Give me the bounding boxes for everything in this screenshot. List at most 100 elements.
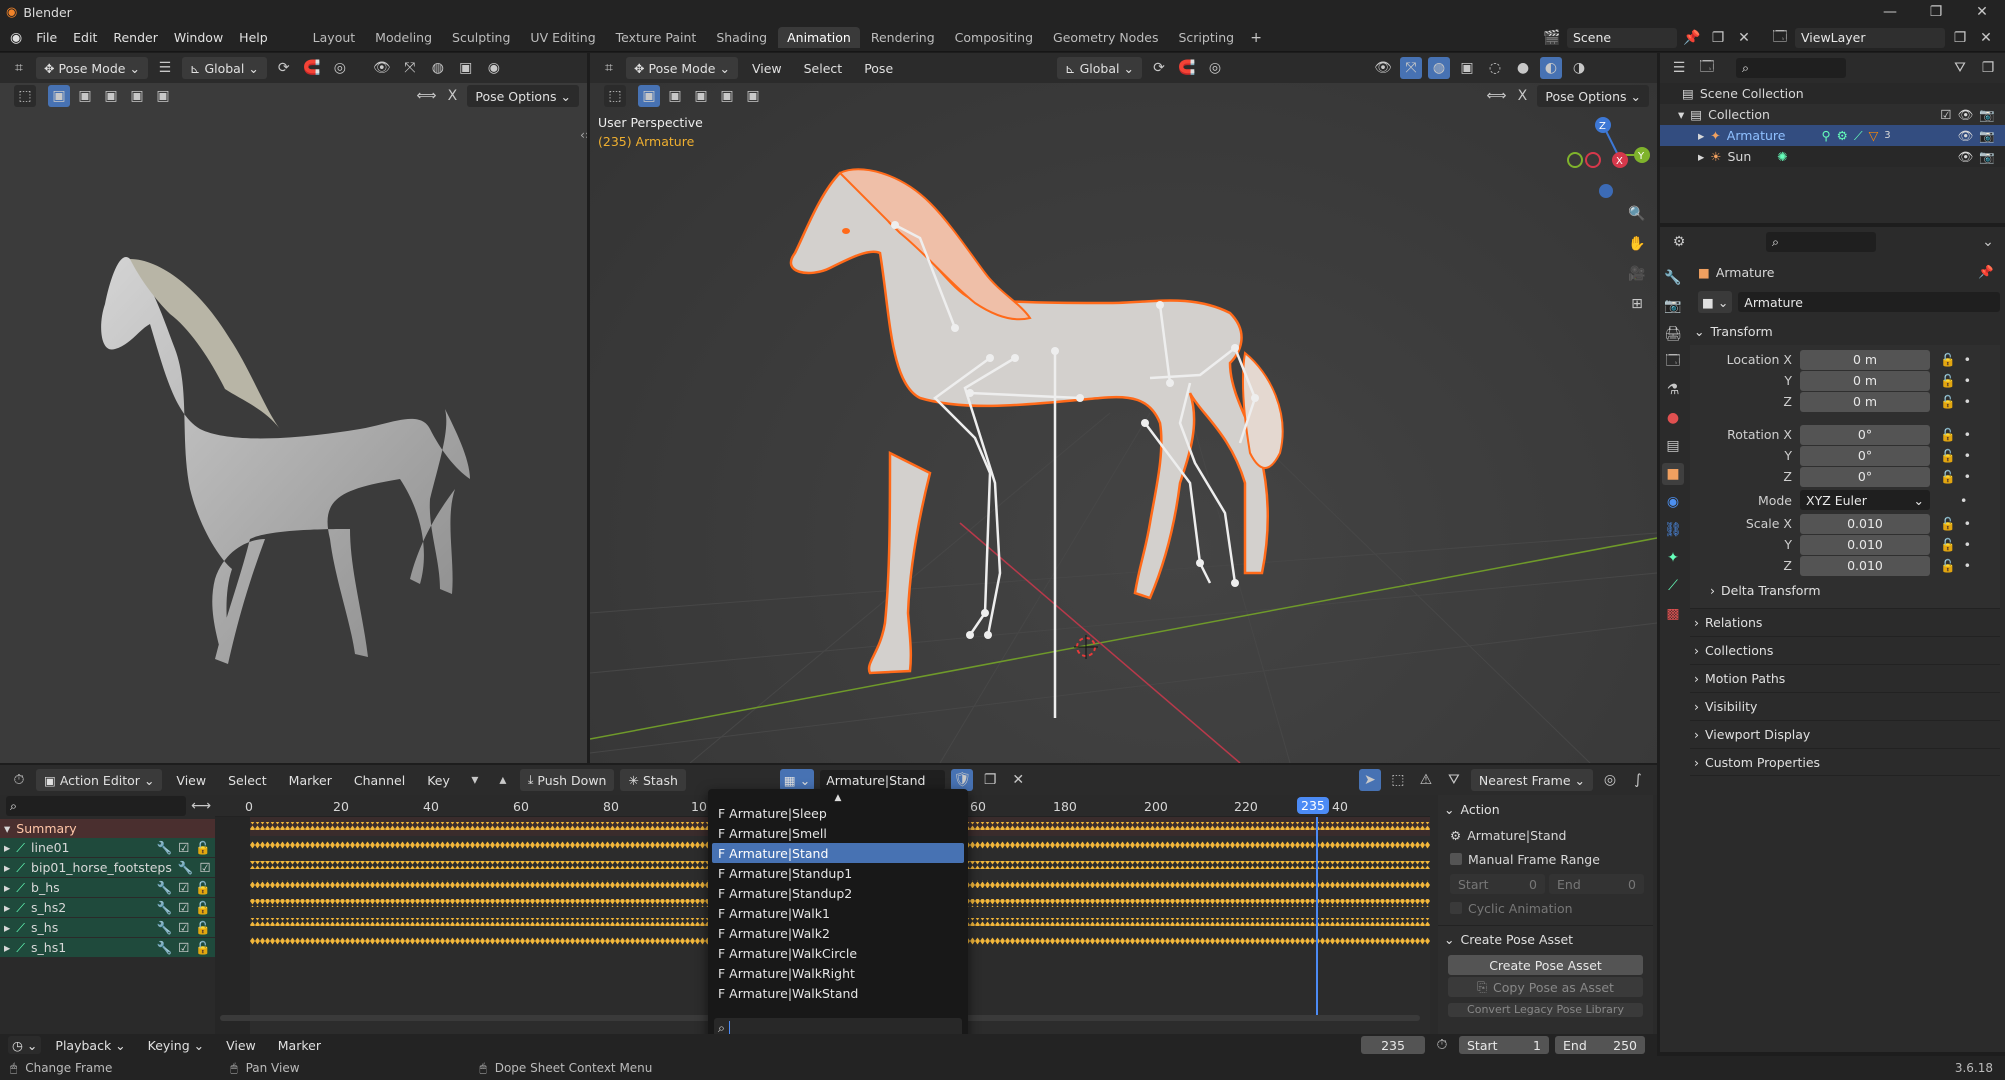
lock-icon[interactable]: 🔓 <box>195 880 211 896</box>
expand-icon[interactable]: ▸ <box>1698 149 1704 164</box>
unlink-action-icon[interactable]: ✕ <box>1007 769 1029 791</box>
channel-row[interactable]: ▸ ⟋ s_hs1 🔧 ☑ 🔓 <box>0 938 215 957</box>
new-scene-icon[interactable]: ❐ <box>1707 27 1729 49</box>
eye-icon[interactable]: 👁 <box>1958 107 1974 123</box>
scene-icon[interactable]: 🎬 <box>1541 27 1563 49</box>
manual-range-row[interactable]: Manual Frame Range <box>1438 847 1653 871</box>
ortho-grid-icon[interactable]: ⊞ <box>1626 293 1648 315</box>
collections-header[interactable]: › Collections <box>1690 636 2000 664</box>
render-tab-icon[interactable]: 📷 <box>1662 295 1684 317</box>
range-end-field[interactable]: End 0 <box>1549 874 1644 894</box>
keyframe-dot-icon[interactable]: • <box>1964 373 1971 388</box>
proportional-edit-icon[interactable]: ◎ <box>1599 769 1621 791</box>
wrench-icon[interactable]: 🔧 <box>157 840 173 856</box>
outliner-armature[interactable]: ▸ ✦ Armature ⚲ ⚙ ⟋ ▽ 3 👁 📷 <box>1660 125 2005 146</box>
playhead-frame-label[interactable]: 235 <box>1297 797 1329 814</box>
datablock-browse[interactable]: ■ ⌄ <box>1698 291 1733 313</box>
keyframe-dot-icon[interactable]: • <box>1964 448 1971 463</box>
expand-icon[interactable]: ▾ <box>1678 107 1684 122</box>
checkbox-icon[interactable] <box>1450 902 1462 914</box>
hamburger-icon[interactable]: ☰ <box>154 57 176 79</box>
dropdown-item-walkcircle[interactable]: F Armature|WalkCircle <box>712 943 964 963</box>
relations-header[interactable]: › Relations <box>1690 608 2000 636</box>
wrench-icon[interactable]: 🔧 <box>178 860 194 876</box>
view-layer-tab-icon[interactable]: 🗔 <box>1662 351 1684 373</box>
add-workspace-icon[interactable]: + <box>1245 27 1267 49</box>
mirror-icon[interactable]: ⟺ <box>415 85 437 107</box>
pin-icon[interactable]: 📌 <box>1681 27 1703 49</box>
keyframe-dot-icon[interactable]: • <box>1964 558 1971 573</box>
location-y-field[interactable]: 0 m <box>1800 370 1930 391</box>
lock-icon[interactable]: 🔓 <box>195 920 211 936</box>
push-down-button[interactable]: ⤓ Push Down <box>519 769 615 791</box>
rotation-x-field[interactable]: 0° <box>1800 424 1930 445</box>
tab-scripting[interactable]: Scripting <box>1169 27 1243 48</box>
expand-icon[interactable]: ▸ <box>4 920 10 935</box>
action-name-field[interactable]: Armature|Stand <box>820 770 946 790</box>
dropdown-item-walkright[interactable]: F Armature|WalkRight <box>712 963 964 983</box>
cyclic-row[interactable]: Cyclic Animation <box>1438 897 1653 919</box>
checkbox-icon[interactable]: ☑ <box>178 920 189 935</box>
editor-mode-dropdown[interactable]: ▣ Action Editor ⌄ <box>36 769 163 791</box>
properties-search[interactable]: ⌕ <box>1766 232 1876 252</box>
scale-y-field[interactable]: 0.010 <box>1800 534 1930 555</box>
keyframe-dot-icon[interactable]: • <box>1964 516 1971 531</box>
menu-playback[interactable]: Playback ⌄ <box>47 1038 133 1053</box>
copy-pose-asset-button[interactable]: ⎘ Copy Pose as Asset <box>1448 977 1643 997</box>
filter-icon[interactable]: ⛛ <box>1949 57 1971 79</box>
chevron-down-icon[interactable]: ⌄ <box>1977 231 1999 253</box>
keyframe-dot-icon[interactable]: • <box>1960 493 1967 508</box>
checkbox-icon[interactable]: ☑ <box>178 880 189 895</box>
dropdown-item-smell[interactable]: F Armature|Smell <box>712 823 964 843</box>
camera-icon[interactable]: 📷 <box>1979 107 1995 123</box>
checkbox-icon[interactable]: ☑ <box>199 860 210 875</box>
left-viewport[interactable]: ⌗ ✥ Pose Mode ⌄ ☰ ⊾ Global ⌄ ⟳ 🧲 ◎ 👁 ⤧ ◍ ▣ ◉… <box>0 53 590 763</box>
gizmo-icon[interactable]: ⤧ <box>399 57 421 79</box>
rotation-mode-dropdown[interactable]: XYZ Euler ⌄ <box>1800 490 1930 510</box>
scene-tab-icon[interactable]: ⚗ <box>1662 379 1684 401</box>
checkbox-icon[interactable] <box>1450 853 1462 865</box>
left-pose-options[interactable]: Pose Options ⌄ <box>467 85 579 107</box>
tab-compositing[interactable]: Compositing <box>946 27 1042 48</box>
left-orientation-dropdown[interactable]: ⊾ Global ⌄ <box>181 57 267 79</box>
expand-icon[interactable]: ▸ <box>4 940 10 955</box>
menu-help[interactable]: Help <box>231 30 276 45</box>
transform-panel-header[interactable]: ⌄ Transform <box>1690 317 2000 345</box>
lock-icon[interactable]: 🔓 <box>1940 427 1956 443</box>
proportional-icon[interactable]: ◎ <box>329 57 351 79</box>
lock-icon[interactable]: 🔓 <box>195 900 211 916</box>
new-collection-icon[interactable]: ❐ <box>1977 57 1999 79</box>
camera-icon[interactable]: 📷 <box>1979 128 1995 144</box>
tool-tab-icon[interactable]: 🔧 <box>1662 267 1684 289</box>
lock-icon[interactable]: 🔓 <box>1940 352 1956 368</box>
xray-icon[interactable]: ▣ <box>455 57 477 79</box>
keyframe-dot-icon[interactable]: • <box>1964 394 1971 409</box>
errors-icon[interactable]: ⚠ <box>1415 769 1437 791</box>
custom-properties-header[interactable]: › Custom Properties <box>1690 748 2000 776</box>
delete-scene-icon[interactable]: ✕ <box>1733 27 1755 49</box>
camera-icon[interactable]: 📷 <box>1979 149 1995 165</box>
create-pose-asset-header[interactable]: ⌄ Create Pose Asset <box>1438 925 1653 953</box>
convert-legacy-button[interactable]: Convert Legacy Pose Library <box>1448 1003 1643 1017</box>
fake-user-shield-icon[interactable]: 🛡 <box>951 769 974 791</box>
texture-tab-icon[interactable]: ▩ <box>1662 603 1684 625</box>
horse-front-leg[interactable] <box>867 450 932 675</box>
lock-icon[interactable]: 🔓 <box>1940 448 1956 464</box>
zoom-icon[interactable]: 🔍 <box>1626 203 1648 225</box>
swap-icon[interactable]: ⟷ <box>190 795 212 817</box>
editor-type-icon[interactable]: ☰ <box>1668 57 1690 79</box>
delta-transform-header[interactable]: › Delta Transform <box>1690 576 2000 604</box>
expand-icon[interactable]: ▸ <box>4 860 10 875</box>
tab-shading[interactable]: Shading <box>707 27 776 48</box>
editor-type-icon[interactable]: ⚙ <box>1668 231 1690 253</box>
keyframe-dot-icon[interactable]: • <box>1964 352 1971 367</box>
lock-icon[interactable]: 🔓 <box>195 940 211 956</box>
checkbox-icon[interactable]: ☑ <box>1940 107 1951 122</box>
select-mode-invert-icon[interactable]: ▣ <box>126 85 148 107</box>
outliner-search[interactable]: ⌕ <box>1736 58 1846 78</box>
menu-marker[interactable]: Marker <box>281 773 340 788</box>
keyframe-dot-icon[interactable]: • <box>1964 537 1971 552</box>
lock-icon[interactable]: 🔓 <box>1940 469 1956 485</box>
armature-data-tab-icon[interactable]: ✦ <box>1662 547 1684 569</box>
eye-icon[interactable]: 👁 <box>1958 149 1974 165</box>
